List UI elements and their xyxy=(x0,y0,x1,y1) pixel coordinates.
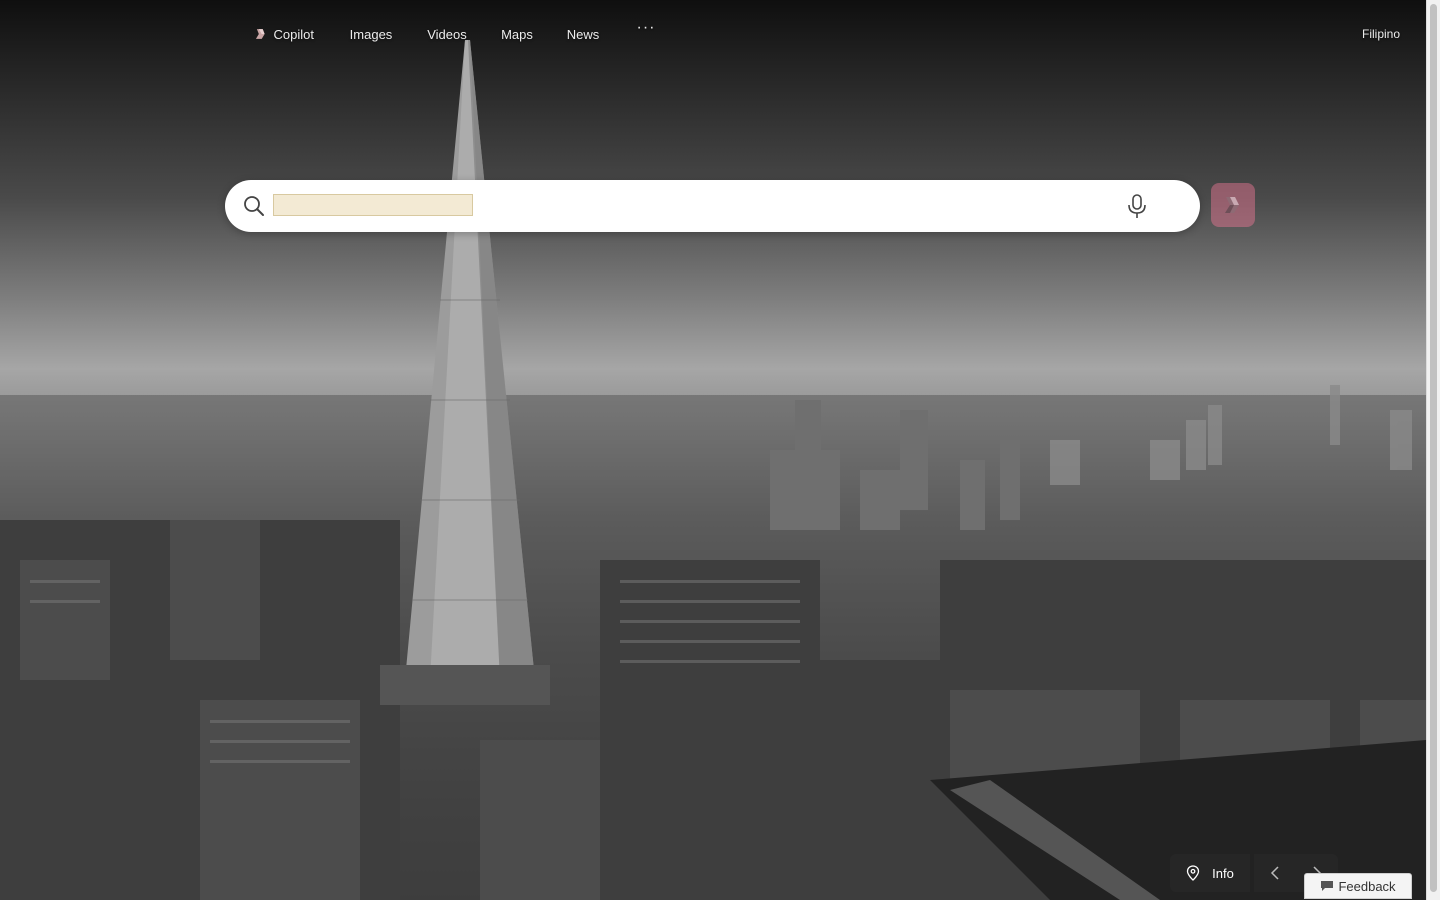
chevron-left-icon xyxy=(1270,866,1279,880)
feedback-button[interactable]: Feedback xyxy=(1304,873,1412,899)
background-image xyxy=(0,0,1426,900)
search-input[interactable] xyxy=(273,194,473,216)
previous-image-button[interactable] xyxy=(1254,854,1296,892)
search-icon[interactable] xyxy=(242,194,266,218)
location-pin-icon xyxy=(1187,865,1200,881)
nav-videos-label: Videos xyxy=(427,26,467,42)
nav-copilot-label: Copilot xyxy=(273,26,314,42)
nav-news[interactable]: News xyxy=(566,14,600,54)
language-selector[interactable]: Filipino xyxy=(1360,14,1402,54)
nav-copilot[interactable]: Copilot xyxy=(250,14,314,54)
scrollbar-thumb[interactable] xyxy=(1430,4,1437,892)
nav-more-button[interactable]: ··· xyxy=(634,10,658,46)
copilot-icon xyxy=(255,29,265,39)
image-info-button[interactable]: Info xyxy=(1170,854,1250,892)
info-label: Info xyxy=(1212,865,1234,881)
nav-news-label: News xyxy=(566,26,600,42)
nav-videos[interactable]: Videos xyxy=(427,14,467,54)
copilot-search-button[interactable] xyxy=(1211,183,1255,227)
feedback-icon xyxy=(1321,881,1334,891)
search-bar xyxy=(225,180,1200,232)
feedback-label: Feedback xyxy=(1338,878,1396,894)
nav-images-label: Images xyxy=(349,26,393,42)
nav-maps[interactable]: Maps xyxy=(501,14,533,54)
page-scrollbar[interactable] xyxy=(1426,0,1440,900)
microphone-icon[interactable] xyxy=(1125,193,1149,219)
homepage: Copilot Images Videos Maps News ··· Fili… xyxy=(0,0,1440,900)
copilot-icon xyxy=(1225,197,1239,213)
nav-images[interactable]: Images xyxy=(349,14,393,54)
more-dots-icon: ··· xyxy=(636,19,656,36)
city-skyline-illustration xyxy=(0,40,1426,900)
language-label: Filipino xyxy=(1361,27,1400,41)
nav-maps-label: Maps xyxy=(501,26,533,42)
